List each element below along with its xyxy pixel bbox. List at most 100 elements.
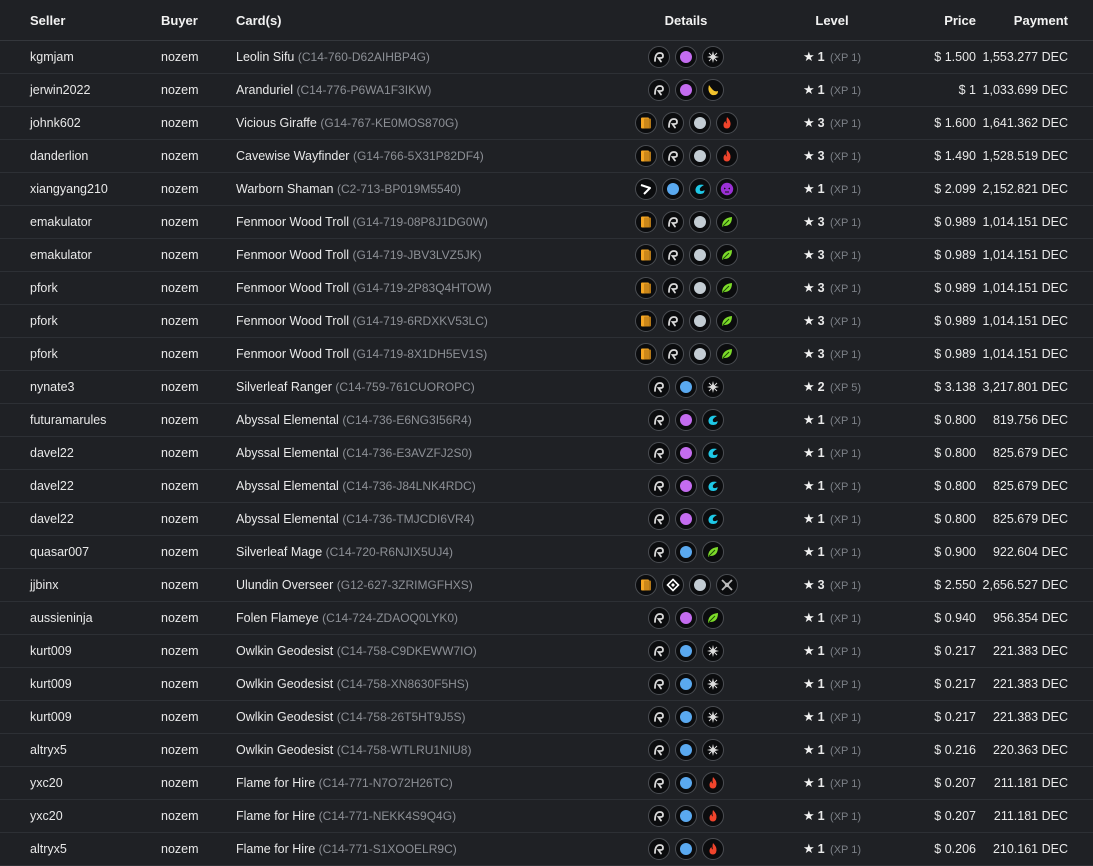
card-cell[interactable]: Ulundin Overseer (G12-627-3ZRIMGFHXS) bbox=[236, 568, 606, 602]
card-cell[interactable]: Fenmoor Wood Troll (G14-719-JBV3LVZ5JK) bbox=[236, 238, 606, 272]
seller-cell[interactable]: pfork bbox=[0, 337, 161, 371]
buyer-cell[interactable]: nozem bbox=[161, 139, 236, 173]
header-level[interactable]: Level bbox=[766, 0, 882, 41]
buyer-cell[interactable]: nozem bbox=[161, 832, 236, 866]
buyer-cell[interactable]: nozem bbox=[161, 634, 236, 668]
seller-cell[interactable]: pfork bbox=[0, 271, 161, 305]
buyer-cell[interactable]: nozem bbox=[161, 535, 236, 569]
seller-cell[interactable]: kurt009 bbox=[0, 634, 161, 668]
card-cell[interactable]: Owlkin Geodesist (C14-758-XN8630F5HS) bbox=[236, 667, 606, 701]
table-row[interactable]: altryx5 nozem Flame for Hire (C14-771-S1… bbox=[0, 832, 1093, 866]
table-row[interactable]: davel22 nozem Abyssal Elemental (C14-736… bbox=[0, 436, 1093, 470]
card-cell[interactable]: Cavewise Wayfinder (G14-766-5X31P82DF4) bbox=[236, 139, 606, 173]
card-cell[interactable]: Silverleaf Mage (C14-720-R6NJIX5UJ4) bbox=[236, 535, 606, 569]
seller-cell[interactable]: emakulator bbox=[0, 205, 161, 239]
seller-cell[interactable]: yxc20 bbox=[0, 799, 161, 833]
buyer-cell[interactable]: nozem bbox=[161, 337, 236, 371]
table-row[interactable]: danderlion nozem Cavewise Wayfinder (G14… bbox=[0, 139, 1093, 173]
buyer-cell[interactable]: nozem bbox=[161, 568, 236, 602]
card-cell[interactable]: Fenmoor Wood Troll (G14-719-08P8J1DG0W) bbox=[236, 205, 606, 239]
table-row[interactable]: davel22 nozem Abyssal Elemental (C14-736… bbox=[0, 502, 1093, 536]
seller-cell[interactable]: aussieninja bbox=[0, 601, 161, 635]
card-cell[interactable]: Abyssal Elemental (C14-736-E6NG3I56R4) bbox=[236, 403, 606, 437]
card-name[interactable]: Leolin Sifu bbox=[236, 50, 294, 64]
card-cell[interactable]: Owlkin Geodesist (C14-758-WTLRU1NIU8) bbox=[236, 733, 606, 767]
card-name[interactable]: Ulundin Overseer bbox=[236, 578, 333, 592]
card-name[interactable]: Abyssal Elemental bbox=[236, 479, 339, 493]
card-cell[interactable]: Fenmoor Wood Troll (G14-719-6RDXKV53LC) bbox=[236, 304, 606, 338]
card-name[interactable]: Flame for Hire bbox=[236, 842, 315, 856]
seller-cell[interactable]: quasar007 bbox=[0, 535, 161, 569]
card-cell[interactable]: Abyssal Elemental (C14-736-E3AVZFJ2S0) bbox=[236, 436, 606, 470]
card-name[interactable]: Silverleaf Ranger bbox=[236, 380, 332, 394]
buyer-cell[interactable]: nozem bbox=[161, 40, 236, 74]
buyer-cell[interactable]: nozem bbox=[161, 73, 236, 107]
seller-cell[interactable]: davel22 bbox=[0, 436, 161, 470]
buyer-cell[interactable]: nozem bbox=[161, 667, 236, 701]
table-row[interactable]: emakulator nozem Fenmoor Wood Troll (G14… bbox=[0, 238, 1093, 272]
card-name[interactable]: Flame for Hire bbox=[236, 809, 315, 823]
buyer-cell[interactable]: nozem bbox=[161, 304, 236, 338]
seller-cell[interactable]: danderlion bbox=[0, 139, 161, 173]
header-cards[interactable]: Card(s) bbox=[236, 0, 606, 41]
table-row[interactable]: futuramarules nozem Abyssal Elemental (C… bbox=[0, 403, 1093, 437]
seller-cell[interactable]: pfork bbox=[0, 304, 161, 338]
header-buyer[interactable]: Buyer bbox=[161, 0, 236, 41]
buyer-cell[interactable]: nozem bbox=[161, 502, 236, 536]
card-cell[interactable]: Folen Flameye (C14-724-ZDAOQ0LYK0) bbox=[236, 601, 606, 635]
seller-cell[interactable]: jjbinx bbox=[0, 568, 161, 602]
table-row[interactable]: jerwin2022 nozem Aranduriel (C14-776-P6W… bbox=[0, 73, 1093, 107]
card-cell[interactable]: Flame for Hire (C14-771-N7O72H26TC) bbox=[236, 766, 606, 800]
seller-cell[interactable]: kurt009 bbox=[0, 700, 161, 734]
card-name[interactable]: Owlkin Geodesist bbox=[236, 743, 333, 757]
card-cell[interactable]: Fenmoor Wood Troll (G14-719-2P83Q4HTOW) bbox=[236, 271, 606, 305]
card-name[interactable]: Folen Flameye bbox=[236, 611, 319, 625]
seller-cell[interactable]: nynate3 bbox=[0, 370, 161, 404]
table-row[interactable]: kurt009 nozem Owlkin Geodesist (C14-758-… bbox=[0, 700, 1093, 734]
header-payment[interactable]: Payment bbox=[976, 0, 1093, 41]
card-cell[interactable]: Abyssal Elemental (C14-736-TMJCDI6VR4) bbox=[236, 502, 606, 536]
card-name[interactable]: Abyssal Elemental bbox=[236, 446, 339, 460]
seller-cell[interactable]: davel22 bbox=[0, 502, 161, 536]
buyer-cell[interactable]: nozem bbox=[161, 766, 236, 800]
card-cell[interactable]: Aranduriel (C14-776-P6WA1F3IKW) bbox=[236, 73, 606, 107]
table-row[interactable]: yxc20 nozem Flame for Hire (C14-771-N7O7… bbox=[0, 766, 1093, 800]
buyer-cell[interactable]: nozem bbox=[161, 172, 236, 206]
table-row[interactable]: emakulator nozem Fenmoor Wood Troll (G14… bbox=[0, 205, 1093, 239]
buyer-cell[interactable]: nozem bbox=[161, 733, 236, 767]
card-cell[interactable]: Abyssal Elemental (C14-736-J84LNK4RDC) bbox=[236, 469, 606, 503]
card-name[interactable]: Abyssal Elemental bbox=[236, 413, 339, 427]
seller-cell[interactable]: johnk602 bbox=[0, 106, 161, 140]
header-price[interactable]: Price bbox=[882, 0, 976, 41]
buyer-cell[interactable]: nozem bbox=[161, 436, 236, 470]
card-cell[interactable]: Leolin Sifu (C14-760-D62AIHBP4G) bbox=[236, 40, 606, 74]
buyer-cell[interactable]: nozem bbox=[161, 403, 236, 437]
table-row[interactable]: nynate3 nozem Silverleaf Ranger (C14-759… bbox=[0, 370, 1093, 404]
seller-cell[interactable]: xiangyang210 bbox=[0, 172, 161, 206]
card-name[interactable]: Owlkin Geodesist bbox=[236, 710, 333, 724]
seller-cell[interactable]: altryx5 bbox=[0, 832, 161, 866]
table-row[interactable]: jjbinx nozem Ulundin Overseer (G12-627-3… bbox=[0, 568, 1093, 602]
header-seller[interactable]: Seller bbox=[0, 0, 161, 41]
buyer-cell[interactable]: nozem bbox=[161, 271, 236, 305]
table-row[interactable]: pfork nozem Fenmoor Wood Troll (G14-719-… bbox=[0, 304, 1093, 338]
card-name[interactable]: Fenmoor Wood Troll bbox=[236, 281, 349, 295]
card-cell[interactable]: Warborn Shaman (C2-713-BP019M5540) bbox=[236, 172, 606, 206]
card-name[interactable]: Silverleaf Mage bbox=[236, 545, 322, 559]
buyer-cell[interactable]: nozem bbox=[161, 601, 236, 635]
table-row[interactable]: altryx5 nozem Owlkin Geodesist (C14-758-… bbox=[0, 733, 1093, 767]
card-cell[interactable]: Silverleaf Ranger (C14-759-761CUOROPC) bbox=[236, 370, 606, 404]
buyer-cell[interactable]: nozem bbox=[161, 469, 236, 503]
table-row[interactable]: johnk602 nozem Vicious Giraffe (G14-767-… bbox=[0, 106, 1093, 140]
seller-cell[interactable]: altryx5 bbox=[0, 733, 161, 767]
card-name[interactable]: Aranduriel bbox=[236, 83, 293, 97]
buyer-cell[interactable]: nozem bbox=[161, 370, 236, 404]
card-cell[interactable]: Fenmoor Wood Troll (G14-719-8X1DH5EV1S) bbox=[236, 337, 606, 371]
table-row[interactable]: quasar007 nozem Silverleaf Mage (C14-720… bbox=[0, 535, 1093, 569]
seller-cell[interactable]: yxc20 bbox=[0, 766, 161, 800]
card-name[interactable]: Warborn Shaman bbox=[236, 182, 334, 196]
table-row[interactable]: pfork nozem Fenmoor Wood Troll (G14-719-… bbox=[0, 337, 1093, 371]
table-row[interactable]: pfork nozem Fenmoor Wood Troll (G14-719-… bbox=[0, 271, 1093, 305]
table-row[interactable]: davel22 nozem Abyssal Elemental (C14-736… bbox=[0, 469, 1093, 503]
table-row[interactable]: aussieninja nozem Folen Flameye (C14-724… bbox=[0, 601, 1093, 635]
